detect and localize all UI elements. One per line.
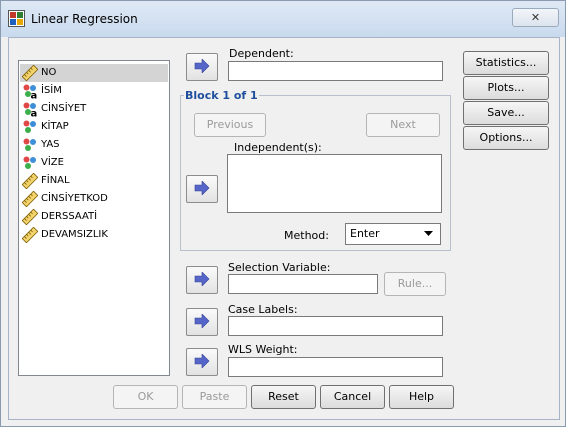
ruler-icon <box>22 209 38 225</box>
variable-label: YAS <box>41 139 60 150</box>
variable-label: FİNAL <box>41 175 70 186</box>
variable-list-item[interactable]: VİZE <box>20 154 168 172</box>
case-labels-label: Case Labels: <box>228 303 298 316</box>
selection-variable-label: Selection Variable: <box>228 261 331 274</box>
nominal-string-icon: a <box>23 84 38 100</box>
nominal-icon <box>23 120 36 133</box>
next-block-button[interactable]: Next <box>366 113 440 137</box>
ruler-icon <box>22 65 38 81</box>
variable-list-item[interactable]: a İSİM <box>20 82 168 100</box>
variable-label: NO <box>41 67 57 78</box>
move-to-case-labels-button[interactable] <box>186 308 218 336</box>
case-labels-field[interactable] <box>228 316 443 336</box>
plots-button[interactable]: Plots... <box>463 76 549 100</box>
ruler-icon <box>22 191 38 207</box>
variable-list-item[interactable]: NO <box>20 64 168 82</box>
variable-list-item[interactable]: YAS <box>20 136 168 154</box>
variable-list-item[interactable]: CİNSİYETKOD <box>20 190 168 208</box>
reset-button[interactable]: Reset <box>251 385 316 409</box>
options-button[interactable]: Options... <box>463 126 549 150</box>
dependent-field[interactable] <box>228 61 443 81</box>
method-value: Enter <box>350 227 380 240</box>
variable-label: KİTAP <box>41 121 69 132</box>
variable-label: VİZE <box>41 157 64 168</box>
right-arrow-icon <box>194 354 210 368</box>
variable-list[interactable]: NO a İSİM a CİNSİYET KİTAP YAS VİZE FİNAL CİNSİYE… <box>18 60 170 376</box>
variable-label: İSİM <box>41 85 62 96</box>
variable-list-item[interactable]: FİNAL <box>20 172 168 190</box>
right-arrow-icon <box>194 272 210 286</box>
ok-button[interactable]: OK <box>113 385 178 409</box>
help-button[interactable]: Help <box>389 385 454 409</box>
move-to-independents-button[interactable] <box>186 175 218 203</box>
right-arrow-icon <box>194 59 210 73</box>
variable-label: CİNSİYET <box>41 103 87 114</box>
previous-block-button[interactable]: Previous <box>194 113 266 137</box>
title-bar[interactable]: Linear Regression ✕ <box>1 1 565 37</box>
linear-regression-dialog: Linear Regression ✕ NO a İSİM a CİNSİYET KİTA… <box>0 0 566 427</box>
variable-list-item[interactable]: DEVAMSIZLIK <box>20 226 168 244</box>
block-title: Block 1 of 1 <box>184 89 259 102</box>
move-to-dependent-button[interactable] <box>186 53 218 81</box>
method-label: Method: <box>284 229 329 242</box>
ruler-icon <box>22 227 38 243</box>
selection-variable-field[interactable] <box>228 274 378 294</box>
nominal-icon <box>23 156 36 169</box>
variable-list-item[interactable]: a CİNSİYET <box>20 100 168 118</box>
wls-weight-label: WLS Weight: <box>228 343 298 356</box>
dependent-label: Dependent: <box>229 47 294 60</box>
independents-label: Independent(s): <box>234 141 322 154</box>
nominal-string-icon: a <box>23 102 38 118</box>
ruler-icon <box>22 173 38 189</box>
move-to-selection-button[interactable] <box>186 266 218 294</box>
move-to-wls-weight-button[interactable] <box>186 348 218 376</box>
variable-label: DEVAMSIZLIK <box>41 229 108 240</box>
method-select[interactable]: Enter <box>345 223 441 245</box>
window-title: Linear Regression <box>31 12 138 26</box>
wls-weight-field[interactable] <box>228 357 443 377</box>
right-arrow-icon <box>194 314 210 328</box>
close-button[interactable]: ✕ <box>512 8 559 27</box>
svg-text:a: a <box>31 91 38 100</box>
svg-text:a: a <box>31 109 38 118</box>
chevron-down-icon <box>424 231 433 236</box>
save-button[interactable]: Save... <box>463 101 549 125</box>
nominal-icon <box>23 138 36 151</box>
variable-list-item[interactable]: DERSSAATİ <box>20 208 168 226</box>
rule-button[interactable]: Rule... <box>384 272 446 296</box>
right-arrow-icon <box>194 181 210 195</box>
cancel-button[interactable]: Cancel <box>320 385 385 409</box>
spss-app-icon <box>8 10 25 27</box>
variable-label: CİNSİYETKOD <box>41 193 108 204</box>
variable-list-item[interactable]: KİTAP <box>20 118 168 136</box>
independents-list[interactable] <box>227 154 442 213</box>
paste-button[interactable]: Paste <box>182 385 247 409</box>
variable-label: DERSSAATİ <box>41 211 98 222</box>
statistics-button[interactable]: Statistics... <box>463 51 549 75</box>
